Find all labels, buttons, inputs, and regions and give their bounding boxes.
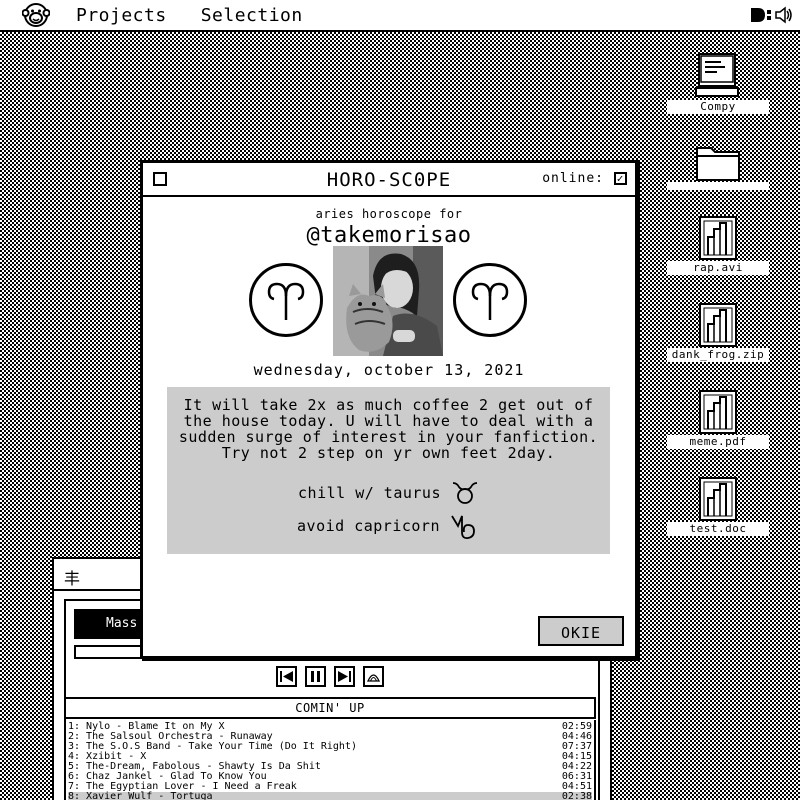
- pause-icon: [311, 671, 320, 682]
- desktop-icon-label: dank_frog.zip: [667, 348, 769, 362]
- file-icon: [699, 477, 737, 521]
- compat-good-label: chill w/ taurus: [298, 484, 441, 502]
- desktop-icon-label: meme.pdf: [667, 435, 769, 449]
- taurus-symbol-icon: [452, 482, 478, 504]
- desktop-icon-test-doc[interactable]: test.doc: [667, 476, 769, 536]
- player-icon[interactable]: 丰: [64, 565, 80, 589]
- file-icon: [699, 216, 737, 260]
- profile-photo: [333, 246, 443, 356]
- track-duration: 02:38: [561, 791, 592, 800]
- aries-symbol-icon: [249, 263, 323, 337]
- desktop-icon-compy[interactable]: Compy: [667, 52, 769, 114]
- intro-text: aries horoscope for: [315, 207, 463, 221]
- message-line: sudden surge of interest in your fanfict…: [178, 428, 599, 446]
- user-handle: @takemorisao: [306, 223, 472, 248]
- file-icon: [699, 390, 737, 434]
- message-line: It will take 2x as much coffee 2 get out…: [183, 396, 594, 414]
- horoscope-message: It will take 2x as much coffee 2 get out…: [167, 397, 610, 461]
- speaker-icon[interactable]: [774, 6, 794, 24]
- system-tray: [750, 6, 794, 24]
- next-icon: [338, 671, 351, 682]
- horoscope-date: wednesday, october 13, 2021: [253, 361, 525, 379]
- pause-button[interactable]: [305, 666, 326, 687]
- aries-symbol-icon: [453, 263, 527, 337]
- okie-button[interactable]: OKIE: [538, 616, 624, 646]
- file-icon: [699, 303, 737, 347]
- track-title: 8: Xavier Wulf - Tortuga: [68, 791, 213, 800]
- online-toggle[interactable]: online: ✓: [542, 171, 627, 186]
- close-box[interactable]: [153, 172, 167, 186]
- online-label: online:: [542, 171, 604, 186]
- next-button[interactable]: [334, 666, 355, 687]
- shuffle-icon: [367, 674, 380, 682]
- horoscope-panel: It will take 2x as much coffee 2 get out…: [167, 387, 610, 554]
- track-row[interactable]: 8: Xavier Wulf - Tortuga 02:38: [68, 792, 592, 800]
- desktop-icon-dank-frog-zip[interactable]: dank_frog.zip: [667, 302, 769, 362]
- shuffle-button[interactable]: [363, 666, 384, 687]
- dialog-title-bar[interactable]: HORO-SC0PE online: ✓: [143, 163, 635, 197]
- compat-bad: avoid capricorn: [167, 512, 610, 540]
- computer-icon: [695, 53, 739, 97]
- desktop-icon-label: rap.avi: [667, 261, 769, 275]
- desktop-icon-folder[interactable]: [667, 142, 769, 190]
- previous-button[interactable]: [276, 666, 297, 687]
- track-list: 1: Nylo - Blame It on My X 02:59 2: The Sa…: [64, 720, 596, 800]
- desktop-icon-label: Compy: [667, 100, 769, 114]
- queue-header: COMIN' UP: [64, 697, 596, 719]
- message-line: Try not 2 step on yr own feet 2day.: [221, 444, 556, 462]
- online-checkbox[interactable]: ✓: [614, 172, 627, 185]
- battery-icon[interactable]: [750, 6, 772, 24]
- previous-icon: [280, 671, 293, 682]
- desktop-icon-label: test.doc: [667, 522, 769, 536]
- desktop-icon-label: [667, 182, 769, 190]
- compat-bad-label: avoid capricorn: [297, 517, 440, 535]
- capricorn-symbol-icon: [451, 515, 475, 540]
- menu-bar: Projects Selection: [0, 0, 800, 32]
- folder-icon: [696, 147, 740, 181]
- horoscope-dialog: HORO-SC0PE online: ✓ aries horoscope for…: [140, 160, 638, 659]
- player-controls: [276, 666, 384, 687]
- dialog-title: HORO-SC0PE: [326, 169, 452, 191]
- message-line: the house today. U will have to deal wit…: [183, 412, 594, 430]
- track-row[interactable]: 3: The S.O.S Band - Take Your Time (Do I…: [68, 742, 592, 752]
- desktop-icon-rap-avi[interactable]: rap.avi: [667, 215, 769, 275]
- monkey-face-icon[interactable]: [22, 1, 50, 29]
- compat-good: chill w/ taurus: [167, 480, 610, 506]
- menu-projects[interactable]: Projects: [76, 5, 167, 26]
- menu-selection[interactable]: Selection: [201, 5, 303, 26]
- desktop-icon-meme-pdf[interactable]: meme.pdf: [667, 389, 769, 449]
